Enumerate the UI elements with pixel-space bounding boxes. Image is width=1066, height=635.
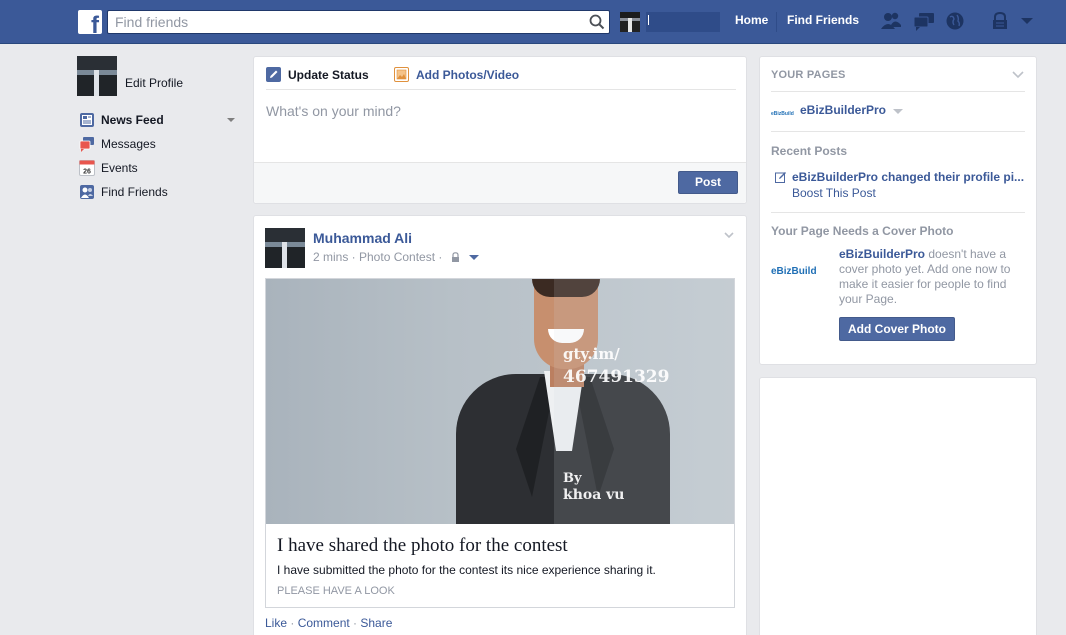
events-icon: 26	[79, 160, 95, 176]
your-pages-chevron-down-icon[interactable]	[1012, 69, 1024, 79]
page-logo-icon[interactable]: eBizBuild	[771, 104, 795, 118]
sidebar-item-label: Find Friends	[101, 185, 168, 199]
comment-link[interactable]: Comment	[298, 616, 350, 630]
news-feed-icon	[80, 113, 94, 127]
nav-divider	[776, 12, 777, 32]
recent-post-link[interactable]: eBizBuilderPro changed their profile pi.…	[792, 170, 1026, 184]
find-friends-link[interactable]: Find Friends	[787, 13, 859, 27]
sidebar-item-label: Events	[101, 161, 138, 175]
edit-profile-link[interactable]: Edit Profile	[125, 76, 183, 90]
left-profile-avatar[interactable]	[77, 56, 117, 96]
like-link[interactable]: Like	[265, 616, 287, 630]
notifications-globe-icon[interactable]	[945, 11, 965, 31]
facebook-logo-icon[interactable]: f	[78, 10, 102, 34]
audience-chevron-down-icon[interactable]	[469, 255, 479, 260]
post-timestamp[interactable]: 2 mins · Photo Contest ·	[313, 250, 442, 264]
page-logo-icon[interactable]: eBizBuild	[771, 263, 831, 289]
shared-link-attachment[interactable]: gty.im/ 467491329 By khoa vu I have shar…	[265, 278, 735, 608]
cover-page-name-link[interactable]: eBizBuilderPro	[839, 247, 925, 261]
home-link[interactable]: Home	[735, 13, 768, 27]
page-options-chevron-down-icon[interactable]	[893, 109, 903, 114]
edit-post-icon	[775, 172, 786, 183]
pencil-icon	[266, 67, 281, 82]
search-box[interactable]	[107, 10, 610, 34]
status-composer: Update Status Add Photos/Video What's on…	[253, 56, 747, 204]
search-input[interactable]	[108, 11, 578, 33]
your-pages-panel: YOUR PAGES eBizBuild eBizBuilderPro Rece…	[759, 56, 1037, 365]
friend-requests-icon[interactable]	[880, 11, 902, 31]
shared-link-title[interactable]: I have shared the photo for the contest	[277, 535, 568, 557]
tab-label: Update Status	[288, 68, 369, 82]
top-bar: f Home Find Friends	[0, 0, 1066, 44]
share-link[interactable]: Share	[360, 616, 392, 630]
composer-footer: Post	[254, 162, 746, 203]
sidebar-item-label: News Feed	[101, 113, 164, 127]
events-date-badge: 26	[83, 169, 91, 176]
watermark-id: 467491329	[563, 367, 670, 387]
profile-avatar[interactable]	[620, 12, 640, 32]
page-name-link[interactable]: eBizBuilderPro	[800, 103, 886, 117]
watermark-url: gty.im/	[563, 345, 620, 363]
author-avatar[interactable]	[265, 228, 305, 268]
messages-top-icon[interactable]	[912, 11, 936, 31]
shared-link-caption: PLEASE HAVE A LOOK	[277, 585, 395, 597]
divider	[771, 91, 1025, 92]
page-logo-text: eBizBuild	[771, 266, 817, 277]
shared-photo[interactable]: gty.im/ 467491329 By khoa vu	[266, 279, 734, 524]
messages-icon	[79, 137, 94, 152]
lock-icon	[452, 252, 459, 262]
cover-photo-message: eBizBuilderPro doesn't have a cover phot…	[839, 247, 1029, 307]
shared-link-description: I have submitted the photo for the conte…	[277, 563, 656, 577]
find-friends-icon	[80, 185, 94, 199]
privacy-shortcuts-icon[interactable]	[991, 11, 1009, 31]
tab-label: Add Photos/Video	[416, 68, 520, 82]
post-button[interactable]: Post	[678, 171, 738, 194]
action-separator: ·	[287, 616, 298, 630]
page-logo-text: eBizBuild	[771, 111, 794, 117]
divider	[771, 131, 1025, 132]
watermark-credit: khoa vu	[563, 487, 625, 503]
divider	[771, 212, 1025, 213]
boost-post-link[interactable]: Boost This Post	[792, 186, 876, 200]
feed-story: Muhammad Ali 2 mins · Photo Contest · gt…	[253, 215, 747, 635]
account-menu-chevron-icon[interactable]	[1020, 17, 1034, 25]
sidebar-item-label: Messages	[101, 137, 156, 151]
story-options-chevron-down-icon[interactable]	[724, 230, 734, 240]
news-feed-options-chevron-icon[interactable]	[227, 118, 235, 122]
watermark-by: By	[563, 471, 582, 486]
photo-icon	[394, 67, 409, 82]
profile-name-link[interactable]	[646, 12, 720, 32]
author-name-link[interactable]: Muhammad Ali	[313, 230, 412, 246]
story-actions: Like · Comment · Share	[265, 616, 392, 630]
composer-tabs: Update Status Add Photos/Video	[266, 65, 736, 90]
cover-photo-heading: Your Page Needs a Cover Photo	[771, 224, 954, 238]
recent-posts-heading: Recent Posts	[771, 144, 848, 158]
your-pages-heading[interactable]: YOUR PAGES	[771, 69, 846, 81]
right-column-panel	[759, 377, 1037, 635]
action-separator: ·	[349, 616, 361, 630]
status-input[interactable]: What's on your mind?	[266, 103, 401, 119]
search-icon[interactable]	[589, 14, 605, 30]
add-cover-photo-button[interactable]: Add Cover Photo	[839, 317, 955, 341]
